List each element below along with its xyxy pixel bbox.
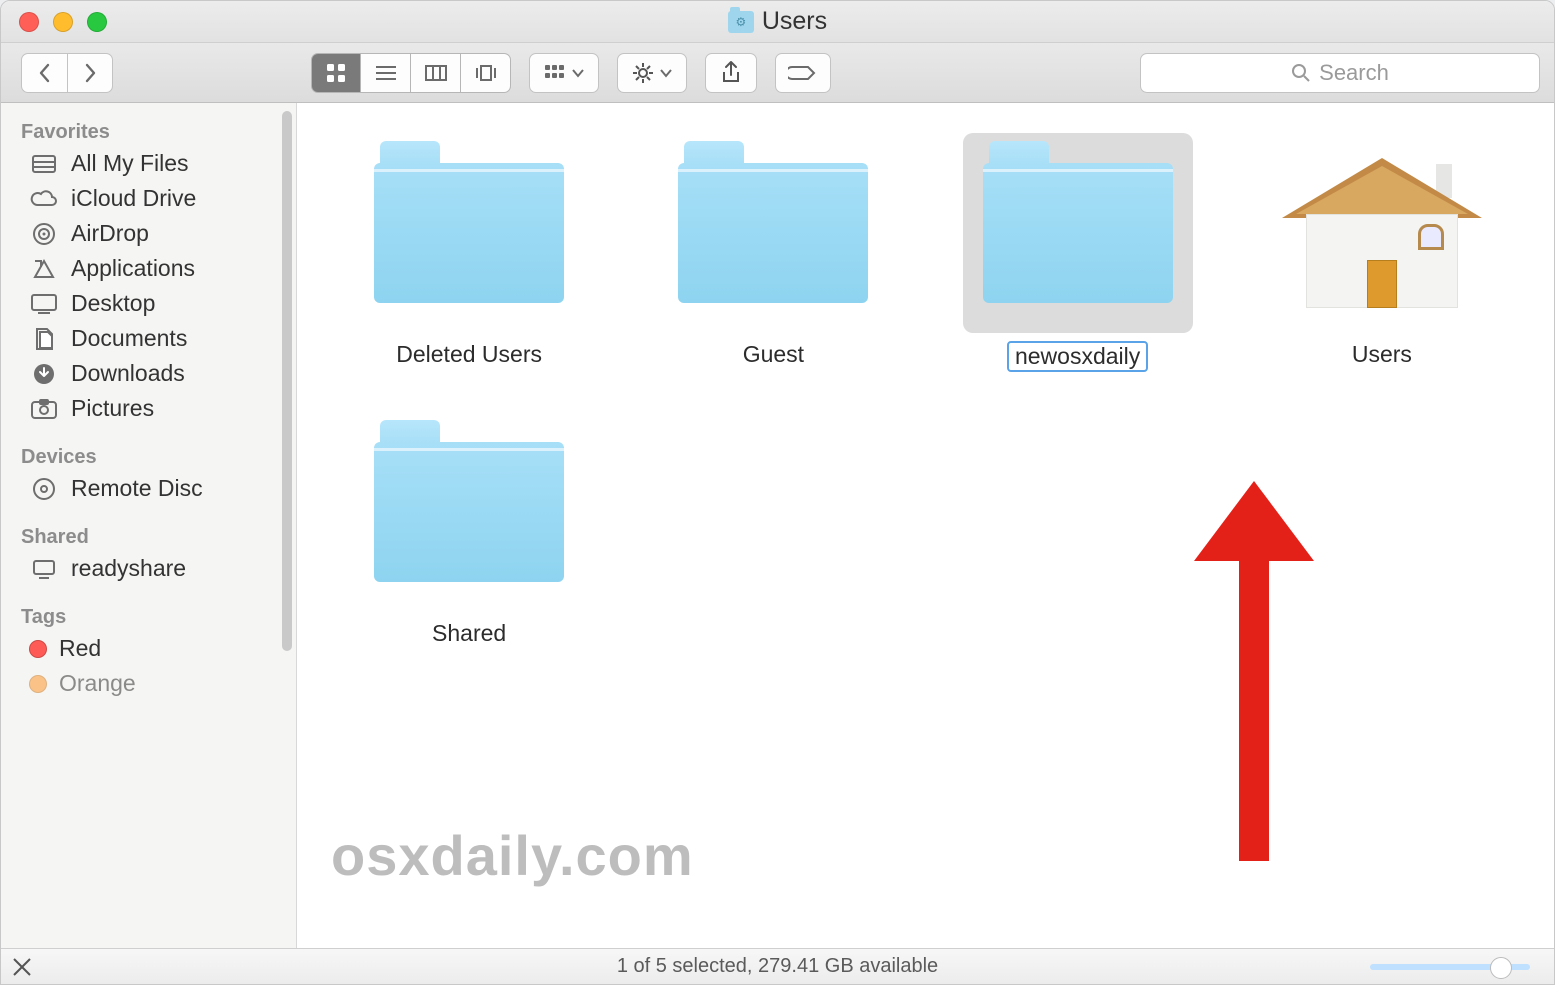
status-bar: 1 of 5 selected, 279.41 GB available [1,948,1554,984]
sidebar-item-label: AirDrop [71,220,149,247]
chevron-down-icon [572,68,584,78]
sidebar-scrollbar[interactable] [282,111,292,651]
tag-dot-icon [29,640,47,658]
status-text: 1 of 5 selected, 279.41 GB available [1,955,1554,978]
icon-size-slider[interactable] [1370,964,1530,970]
sidebar-item-label: Orange [59,670,136,697]
sidebar: Favorites All My Files iCloud Drive AirD… [1,103,297,948]
sidebar-heading-devices: Devices [1,440,296,471]
item-label: Guest [743,341,804,368]
sidebar-item-readyshare[interactable]: readyshare [1,551,296,586]
annotation-arrow [1219,481,1289,861]
sidebar-item-all-my-files[interactable]: All My Files [1,146,296,181]
tag-dot-icon [29,675,47,693]
sidebar-item-label: Pictures [71,395,154,422]
close-window-button[interactable] [19,12,39,32]
window-body: Favorites All My Files iCloud Drive AirD… [1,103,1554,948]
sidebar-item-applications[interactable]: Applications [1,251,296,286]
coverflow-view-button[interactable] [461,53,511,93]
home-icon [1282,158,1482,308]
search-placeholder: Search [1319,60,1389,86]
sidebar-item-label: readyshare [71,555,186,582]
network-share-icon [29,556,59,582]
folder-icon [374,163,564,303]
search-icon [1291,63,1311,83]
icon-view-area[interactable]: Deleted Users Guest newosxdaily [297,103,1554,948]
sidebar-item-label: Red [59,635,101,662]
folder-proxy-icon [728,11,754,33]
window-title: Users [1,7,1554,36]
minimize-window-button[interactable] [53,12,73,32]
desktop-icon [29,291,59,317]
sidebar-item-label: Desktop [71,290,155,317]
downloads-icon [29,361,59,387]
toolbar: Search [1,43,1554,103]
sidebar-item-pictures[interactable]: Pictures [1,391,296,426]
window-controls [19,12,107,32]
item-label: Deleted Users [396,341,542,368]
folder-users-home[interactable]: Users [1267,133,1497,368]
sidebar-item-label: All My Files [71,150,189,177]
sidebar-item-label: Remote Disc [71,475,203,502]
items-grid: Deleted Users Guest newosxdaily [297,103,1554,647]
folder-shared[interactable]: Shared [354,412,584,647]
folder-icon [983,163,1173,303]
titlebar: Users [1,1,1554,43]
finder-window: Users [0,0,1555,985]
list-view-button[interactable] [361,53,411,93]
sidebar-item-documents[interactable]: Documents [1,321,296,356]
tag-icon [788,63,818,83]
sidebar-tag-red[interactable]: Red [1,631,296,666]
sidebar-item-icloud-drive[interactable]: iCloud Drive [1,181,296,216]
all-files-icon [29,151,59,177]
airdrop-icon [29,221,59,247]
search-field[interactable]: Search [1140,53,1540,93]
folder-icon [374,442,564,582]
folder-newosxdaily[interactable]: newosxdaily [963,133,1193,372]
chevron-down-icon [660,68,672,78]
cloud-icon [29,186,59,212]
sidebar-item-desktop[interactable]: Desktop [1,286,296,321]
sidebar-item-airdrop[interactable]: AirDrop [1,216,296,251]
sidebar-heading-tags: Tags [1,600,296,631]
sidebar-item-label: Applications [71,255,195,282]
disc-icon [29,476,59,502]
gear-icon [632,62,654,84]
sidebar-item-label: Documents [71,325,187,352]
column-view-button[interactable] [411,53,461,93]
view-mode-segmented [311,53,511,93]
share-button[interactable] [705,53,757,93]
sidebar-item-label: Downloads [71,360,185,387]
tags-button[interactable] [775,53,831,93]
window-title-text: Users [762,7,827,36]
folder-deleted-users[interactable]: Deleted Users [354,133,584,368]
zoom-window-button[interactable] [87,12,107,32]
arrange-button[interactable] [529,53,599,93]
sidebar-item-label: iCloud Drive [71,185,196,212]
item-label: Shared [432,620,506,647]
watermark-text: osxdaily.com [331,823,694,888]
sidebar-item-remote-disc[interactable]: Remote Disc [1,471,296,506]
documents-icon [29,326,59,352]
item-label-editing[interactable]: newosxdaily [1007,341,1148,372]
share-icon [720,60,742,86]
nav-group [21,53,113,93]
folder-icon [678,163,868,303]
sidebar-tag-orange[interactable]: Orange [1,666,296,701]
back-button[interactable] [21,53,67,93]
folder-guest[interactable]: Guest [658,133,888,368]
item-label: Users [1352,341,1412,368]
forward-button[interactable] [67,53,113,93]
sidebar-heading-favorites: Favorites [1,115,296,146]
icon-view-button[interactable] [311,53,361,93]
action-button[interactable] [617,53,687,93]
pictures-icon [29,396,59,422]
sidebar-item-downloads[interactable]: Downloads [1,356,296,391]
sidebar-heading-shared: Shared [1,520,296,551]
applications-icon [29,256,59,282]
